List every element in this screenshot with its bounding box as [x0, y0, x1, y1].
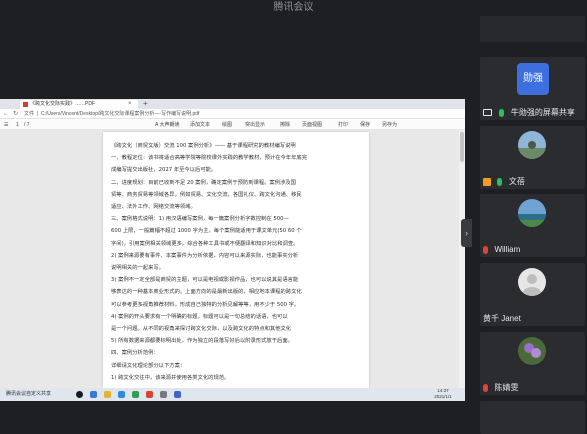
- avatar: [518, 337, 546, 365]
- participant-name-row: 陈婧雯: [483, 379, 582, 392]
- page-view-button[interactable]: 页面视图: [302, 121, 322, 129]
- pdf-text-line: 5) 所有数据来源都要标明出处，作为独立的段落写好后以附录形式放于后面。: [111, 338, 293, 345]
- address-url: C:/Users/Vincent/Desktop/跨文化交际课程案例分析----…: [40, 111, 200, 117]
- default-avatar-icon: [518, 268, 546, 296]
- participant-name-row: 黄千 Janet: [483, 310, 582, 323]
- pdf-text-line: 二、进度规划：目前已收到不足 20 案例，确定案例于预防到课程。案例涉及国: [111, 179, 296, 186]
- avatar-photo-icon: [518, 199, 546, 227]
- avatar: [518, 131, 546, 159]
- scrollbar-thumb[interactable]: [460, 132, 464, 162]
- print-button[interactable]: 打印: [338, 121, 348, 129]
- app-icon[interactable]: [160, 391, 167, 398]
- pdf-text-line: 成编写提交出版社，2027 年至今以后可能。: [111, 167, 217, 174]
- page-count: / 7: [24, 122, 30, 128]
- save-button[interactable]: 保存: [360, 121, 370, 129]
- taskbar-label: 腾讯会议自定义共享: [6, 391, 52, 397]
- shared-screen-area: 《跨文化交际实践》……PDF × + ← ↻ 文件 | C:/Users/Vin…: [0, 16, 472, 434]
- menu-icon[interactable]: ☰: [4, 121, 8, 129]
- pdf-text-line: 一、教程定位：该书将适合高等学院等院校课外实践的教学教材，预计在今年年底完: [111, 155, 307, 162]
- address-prefix: 文件: [24, 111, 35, 117]
- pdf-text-line: 可以参考更多视角推荐材料，形成自己独特的分析见解等等，用不少于 500 字。: [111, 301, 300, 308]
- mic-on-icon: [497, 177, 503, 186]
- avatar-photo-icon: [518, 337, 546, 365]
- shared-screen: 《跨文化交际实践》……PDF × + ← ↻ 文件 | C:/Users/Vin…: [0, 99, 465, 401]
- add-text-button[interactable]: 添加文本: [190, 121, 210, 129]
- sidebar-header: [480, 16, 585, 42]
- pdf-text-line: 四、案例分析范例：: [111, 350, 159, 357]
- participant-tile[interactable]: 勋强 牛勋强的屏幕共享: [480, 57, 585, 120]
- avatar-photo-icon: [518, 131, 546, 159]
- edge-icon[interactable]: [90, 391, 97, 398]
- pdf-text-line: 适应、法外工作、网络交流等领域。: [111, 204, 196, 211]
- avatar: [518, 199, 546, 227]
- pdf-text-line: 字间)，引用案例相关领域更多。综合各种工具书或不便翻译和知识对比和调查。: [111, 240, 299, 247]
- save-as-button[interactable]: 另存为: [382, 121, 397, 129]
- browser-tab[interactable]: 《跨文化交际实践》……PDF: [20, 100, 138, 109]
- pdf-file-icon: [23, 102, 28, 107]
- participant-name: 牛勋强的屏幕共享: [510, 107, 575, 117]
- screen-share-icon: [483, 109, 492, 117]
- address-bar: ← ↻ 文件 | C:/Users/Vincent/Desktop/跨文化交际课…: [0, 109, 465, 119]
- pdf-page: 《跨文化（商贸文版）交流 100 案例分析》—— 基于课程研究的教材编写说明 一…: [103, 132, 369, 388]
- window-title: 腾讯会议: [273, 2, 314, 13]
- meeting-icon[interactable]: [118, 391, 125, 398]
- pdf-text-line: 够表达的一种基本商业形式的。上面方向的是最新出版的，相应地本课程的跨文化: [111, 289, 302, 296]
- participant-name: 陈婧雯: [494, 382, 519, 392]
- participant-tile[interactable]: 黄千 Janet: [480, 263, 585, 326]
- participant-name: William: [494, 244, 521, 254]
- participant-tile[interactable]: William: [480, 194, 585, 257]
- mic-on-icon: [499, 108, 505, 117]
- wechat-icon[interactable]: [132, 391, 139, 398]
- start-icon[interactable]: [76, 391, 83, 398]
- participant-name-row: 牛勋强的屏幕共享: [483, 104, 582, 117]
- participant-name: 文蓓: [508, 176, 525, 186]
- pdf-text-line: 说明相关的一起来写。: [111, 265, 164, 272]
- pdf-text-line: 贸等、商务贸易等领域各异，例如贸易、文化交流、各国礼仪、跨文化沟通、移民: [111, 191, 302, 198]
- read-aloud-button[interactable]: A 大声朗读: [155, 121, 179, 129]
- windows-taskbar: 腾讯会议自定义共享 14:37 2021/1/1: [0, 388, 465, 401]
- pdf-text-line: 1) 跨文化交往中，该来源并使用各类文化的规范。: [111, 374, 230, 381]
- host-badge-icon: [483, 177, 491, 186]
- back-icon[interactable]: ←: [3, 110, 9, 118]
- participant-name: 黄千 Janet: [483, 313, 521, 323]
- collapse-sidebar-icon[interactable]: ›: [461, 219, 472, 247]
- vertical-scrollbar[interactable]: [459, 130, 465, 388]
- folder-icon[interactable]: [104, 391, 111, 398]
- pdf-app-icon[interactable]: [146, 391, 153, 398]
- highlight-button[interactable]: 突出显示: [245, 121, 265, 129]
- mic-muted-icon: [483, 245, 488, 254]
- participant-tile-partial[interactable]: [480, 401, 585, 434]
- pdf-text-line: 《跨文化（商贸文版）交流 100 案例分析》—— 基于课程研究的教材编写说明: [111, 143, 296, 149]
- avatar: [518, 268, 546, 296]
- participant-list: 勋强 牛勋强的屏幕共享 文蓓 William 黄千 Janet 陈婧雯: [477, 16, 587, 434]
- pdf-text-line: 3) 案例不一定全部是商贸的主题，可以是电视或影视作品，也可以说其是语言能: [111, 277, 299, 284]
- participant-tile[interactable]: 文蓓: [480, 126, 585, 189]
- address-field[interactable]: 文件 | C:/Users/Vincent/Desktop/跨文化交际课程案例分…: [24, 110, 199, 118]
- pdf-text-line: 600 上限，一般篇幅不超过 1000 字为主，每个案例能适用于课文单元(50 …: [111, 228, 302, 235]
- clock-date: 2021/1/1: [434, 394, 452, 399]
- browser-tabbar: 《跨文化交际实践》……PDF × +: [0, 99, 465, 109]
- participant-name-row: 文蓓: [483, 173, 582, 186]
- mic-muted-icon: [483, 383, 488, 392]
- pdf-text-line: 2) 案例来源要有事件、本案事件为分析依据，内容可以来源实际，也能事实分析: [111, 252, 299, 259]
- reload-icon[interactable]: ↻: [13, 110, 18, 118]
- tab-close-icon[interactable]: ×: [128, 100, 132, 108]
- tab-label: 《跨文化交际实践》……PDF: [30, 101, 96, 107]
- word-icon[interactable]: [174, 391, 181, 398]
- avatar: 勋强: [517, 63, 549, 95]
- pdf-text-line: 4) 案例的开头要求有一个明确的标题，标题可以是一句总结的话语，也可以: [111, 313, 288, 320]
- pdf-viewer[interactable]: 《跨文化（商贸文版）交流 100 案例分析》—— 基于课程研究的教材编写说明 一…: [0, 130, 465, 388]
- meeting-window: 腾讯会议 《跨文化交际实践》……PDF × + ← ↻ 文件 | C:/User…: [0, 0, 587, 434]
- pdf-toolbar: ☰ 1 / 7 A 大声朗读 添加文本 绘图 突出显示 擦除 页面视图 打印 保…: [0, 120, 465, 130]
- new-tab-icon[interactable]: +: [143, 99, 148, 109]
- participant-name-row: William: [483, 241, 582, 254]
- page-number-input[interactable]: 1: [16, 121, 19, 129]
- pdf-text-line: 详细请文化理论部分以下方案：: [111, 362, 186, 369]
- pdf-text-line: 是一个问题。从不同的视角来探讨跨文化交际，以及跨文化的特点和其他文化: [111, 326, 292, 333]
- pdf-text-line: 三、案例格式说明：1) 用汉语编写案例，每一篇案例分析字数控制在 500—: [111, 216, 289, 223]
- draw-button[interactable]: 绘图: [222, 121, 232, 129]
- taskbar-clock[interactable]: 14:37 2021/1/1: [430, 388, 456, 400]
- participant-tile[interactable]: 陈婧雯: [480, 332, 585, 395]
- erase-button[interactable]: 擦除: [280, 121, 290, 129]
